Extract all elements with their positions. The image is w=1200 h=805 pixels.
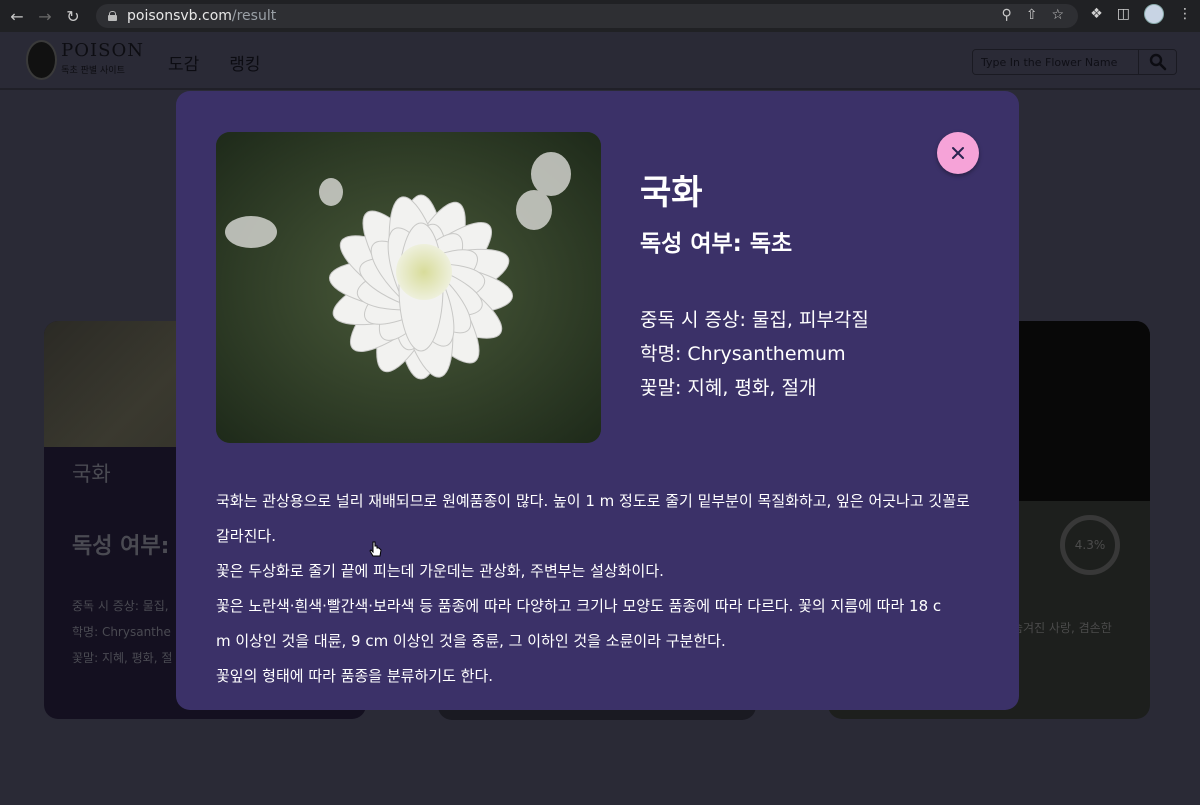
toxicity-status: 독성 여부: 독초 [640, 231, 793, 257]
profile-avatar[interactable] [1144, 4, 1164, 24]
search-button[interactable] [1138, 50, 1176, 74]
back-arrow-icon[interactable]: ← [6, 5, 28, 27]
detail-symptoms: 중독 시 증상: 물집, 피부각질 [640, 309, 869, 331]
flower-detail-modal: 국화 독성 여부: 독초 중독 시 증상: 물집, 피부각질 학명: Chrys… [176, 91, 1019, 710]
card-info-scientific-name: 학명: Chrysanthe [72, 625, 171, 639]
close-icon [952, 147, 964, 159]
zoom-icon[interactable]: ⚲ [1001, 7, 1011, 23]
flower-details: 중독 시 증상: 물집, 피부각질 학명: Chrysanthemum 꽃말: … [640, 303, 869, 405]
site-header: POISON 독초 판별 사이트 도감 랭킹 [0, 32, 1200, 90]
main-nav: 도감 랭킹 [168, 50, 261, 75]
description-line: 꽃은 노란색·흰색·빨간색·보라색 등 품종에 따라 다양하고 크기나 모양도 … [216, 597, 942, 615]
logo-flower-icon [26, 40, 58, 80]
detail-scientific-name: 학명: Chrysanthemum [640, 343, 846, 365]
gauge-percent: 4.3% [1074, 538, 1106, 552]
logo-subtitle: 독초 판별 사이트 [61, 66, 125, 76]
url-host: poisonsvb.com [127, 8, 232, 24]
forward-arrow-icon[interactable]: → [34, 5, 56, 27]
share-icon[interactable]: ⇧ [1026, 7, 1038, 23]
logo-title: POISON [61, 40, 144, 61]
address-bar[interactable]: poisonsvb.com/result ⚲ ⇧ ☆ [96, 4, 1078, 28]
search-icon [1149, 53, 1166, 71]
card-info-flower-meaning: 꽃말: 지혜, 평화, 절 [72, 651, 173, 665]
description-line: 갈라진다. [216, 527, 276, 545]
nav-item-ranking[interactable]: 랭킹 [229, 50, 260, 75]
close-modal-button[interactable] [937, 132, 979, 174]
extensions-icon[interactable]: ❖ [1090, 6, 1103, 22]
search-box [972, 49, 1177, 75]
description-line: 꽃잎의 형태에 따라 품종을 분류하기도 한다. [216, 667, 494, 685]
browser-toolbar: ← → ↻ poisonsvb.com/result ⚲ ⇧ ☆ ❖ ◫ ⋮ [0, 0, 1200, 32]
flower-name: 국화 [640, 173, 703, 213]
flower-description: 국화는 관상용으로 널리 재배되므로 원예품종이 많다. 높이 1 m 정도로 … [216, 484, 986, 694]
bookmark-star-icon[interactable]: ☆ [1051, 7, 1064, 23]
detail-flower-meaning: 꽃말: 지혜, 평화, 절개 [640, 377, 817, 399]
flower-photo [216, 132, 601, 443]
reload-icon[interactable]: ↻ [62, 5, 84, 27]
card-info-symptoms: 중독 시 증상: 물집, [72, 599, 169, 613]
side-panel-icon[interactable]: ◫ [1117, 6, 1130, 22]
site-logo[interactable]: POISON 독초 판별 사이트 [26, 40, 144, 84]
card-info: 중독 시 증상: 물집, 학명: Chrysanthe 꽃말: 지혜, 평화, … [72, 593, 172, 671]
description-line: 꽃은 두상화로 줄기 끝에 피는데 가운데는 관상화, 주변부는 설상화이다. [216, 562, 664, 580]
description-line: 국화는 관상용으로 널리 재배되므로 원예품종이 많다. 높이 1 m 정도로 … [216, 492, 970, 510]
search-input[interactable] [973, 50, 1139, 74]
url-path: /result [231, 8, 277, 24]
card-flower-name: 국화 [72, 462, 111, 486]
lock-icon [108, 11, 117, 21]
description-line: m 이상인 것을 대륜, 9 cm 이상인 것을 중륜, 그 이하인 것을 소륜… [216, 632, 726, 650]
card-flower-meaning: 숨겨진 사랑, 겸손한 [1012, 621, 1112, 635]
menu-kebab-icon[interactable]: ⋮ [1178, 6, 1192, 22]
probability-gauge: 4.3% [1060, 515, 1120, 575]
nav-item-encyclopedia[interactable]: 도감 [168, 50, 199, 75]
pointer-cursor-icon [369, 541, 382, 557]
